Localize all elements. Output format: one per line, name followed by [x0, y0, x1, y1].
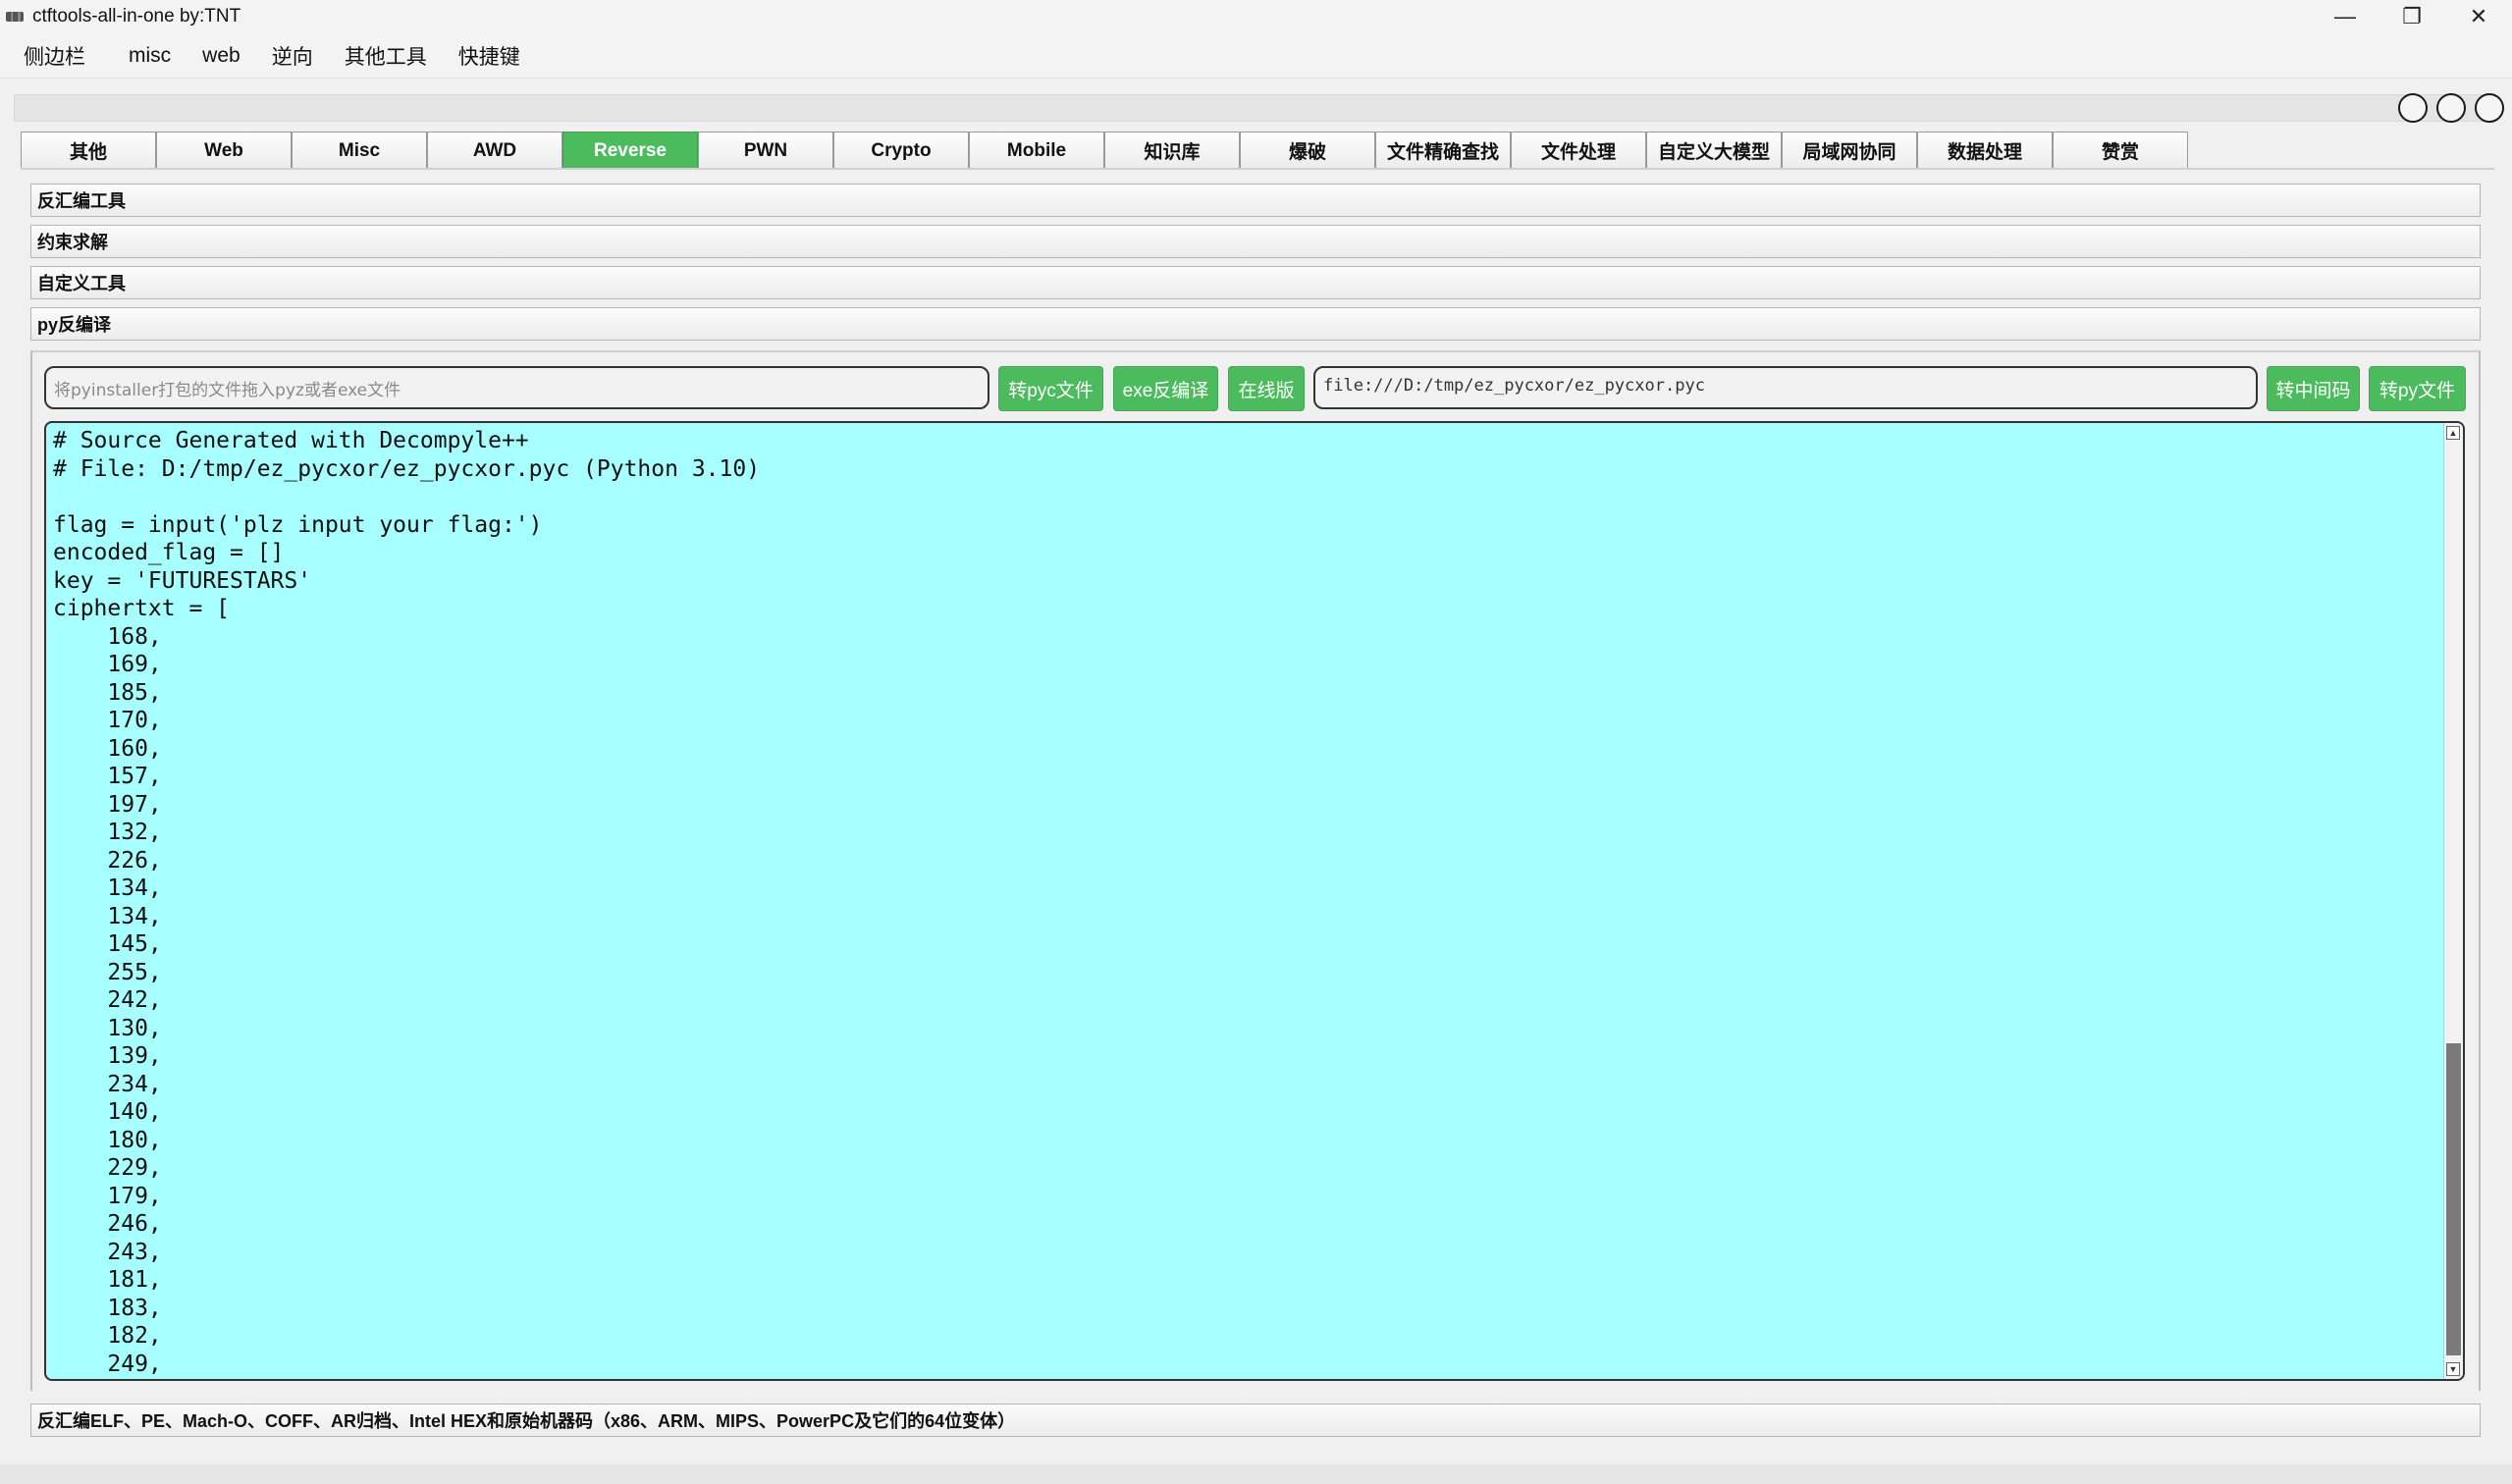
tab-file-processing[interactable]: 文件处理: [1511, 132, 1646, 169]
drop-file-input[interactable]: 将pyinstaller打包的文件拖入pyz或者exe文件: [44, 366, 989, 409]
menu-reverse[interactable]: 逆向: [256, 35, 329, 77]
menu-shortcuts[interactable]: 快捷键: [443, 35, 536, 77]
window-title: ctftools-all-in-one by:TNT: [32, 6, 241, 26]
toolbar-strip: [14, 94, 2492, 122]
code-scrollbar[interactable]: ▲ ▼: [2443, 423, 2463, 1379]
tab-lan-collab[interactable]: 局域网协同: [1782, 132, 1917, 169]
tab-bruteforce[interactable]: 爆破: [1240, 132, 1375, 169]
decompiled-code[interactable]: # Source Generated with Decompyle++ # Fi…: [53, 427, 2429, 1378]
to-bytecode-button[interactable]: 转中间码: [2267, 366, 2360, 411]
main-tabs: 其他 Web Misc AWD Reverse PWN Crypto Mobil…: [21, 132, 2188, 169]
tab-misc[interactable]: Misc: [292, 132, 427, 169]
to-py-button[interactable]: 转py文件: [2369, 366, 2466, 411]
tab-data-processing[interactable]: 数据处理: [1917, 132, 2053, 169]
tab-file-search[interactable]: 文件精确查找: [1375, 132, 1511, 169]
tab-custom-llm[interactable]: 自定义大模型: [1646, 132, 1782, 169]
scroll-up-arrow[interactable]: ▲: [2446, 426, 2460, 440]
restore-button[interactable]: ❐: [2378, 0, 2445, 33]
app-icon: [6, 12, 24, 22]
section-constraint-solver[interactable]: 约束求解: [30, 225, 2481, 258]
tab-crypto[interactable]: Crypto: [833, 132, 969, 169]
menu-sidebar[interactable]: 侧边栏: [8, 35, 101, 77]
to-pyc-button[interactable]: 转pyc文件: [998, 366, 1103, 411]
menu-web[interactable]: web: [187, 38, 256, 74]
section-disassembler[interactable]: 反汇编工具: [30, 184, 2481, 217]
status-strip: [0, 1464, 2512, 1484]
scroll-thumb[interactable]: [2446, 1043, 2461, 1355]
tab-mobile[interactable]: Mobile: [969, 132, 1104, 169]
tab-donate[interactable]: 赞赏: [2053, 132, 2188, 169]
tabs-divider: [21, 168, 2494, 170]
menu-other-tools[interactable]: 其他工具: [329, 35, 443, 77]
decompiled-code-area[interactable]: # Source Generated with Decompyle++ # Fi…: [44, 421, 2465, 1381]
circle-button-3[interactable]: [2475, 93, 2504, 123]
file-path-input[interactable]: file:///D:/tmp/ez_pycxor/ez_pycxor.pyc: [1313, 366, 2258, 409]
tab-awd[interactable]: AWD: [427, 132, 562, 169]
title-bar: ctftools-all-in-one by:TNT — ❐ ✕: [0, 0, 2512, 33]
section-py-decompile[interactable]: py反编译: [30, 307, 2481, 341]
section-custom-tools[interactable]: 自定义工具: [30, 266, 2481, 299]
exe-decompile-button[interactable]: exe反编译: [1113, 366, 1218, 411]
circle-button-1[interactable]: [2398, 93, 2428, 123]
theme-circles: [2398, 93, 2504, 123]
menu-misc[interactable]: misc: [113, 38, 187, 74]
close-button[interactable]: ✕: [2445, 0, 2512, 33]
online-version-button[interactable]: 在线版: [1228, 366, 1305, 411]
tab-web[interactable]: Web: [156, 132, 292, 169]
minimize-button[interactable]: —: [2312, 0, 2378, 33]
circle-button-2[interactable]: [2436, 93, 2466, 123]
tab-knowledge[interactable]: 知识库: [1104, 132, 1240, 169]
tab-pwn[interactable]: PWN: [698, 132, 833, 169]
tab-other[interactable]: 其他: [21, 132, 156, 169]
menu-bar: 侧边栏 misc web 逆向 其他工具 快捷键: [0, 33, 2512, 79]
scroll-down-arrow[interactable]: ▼: [2446, 1362, 2460, 1376]
tab-reverse[interactable]: Reverse: [562, 132, 698, 169]
section-disassembler-description[interactable]: 反汇编ELF、PE、Mach-O、COFF、AR归档、Intel HEX和原始机…: [30, 1404, 2481, 1437]
